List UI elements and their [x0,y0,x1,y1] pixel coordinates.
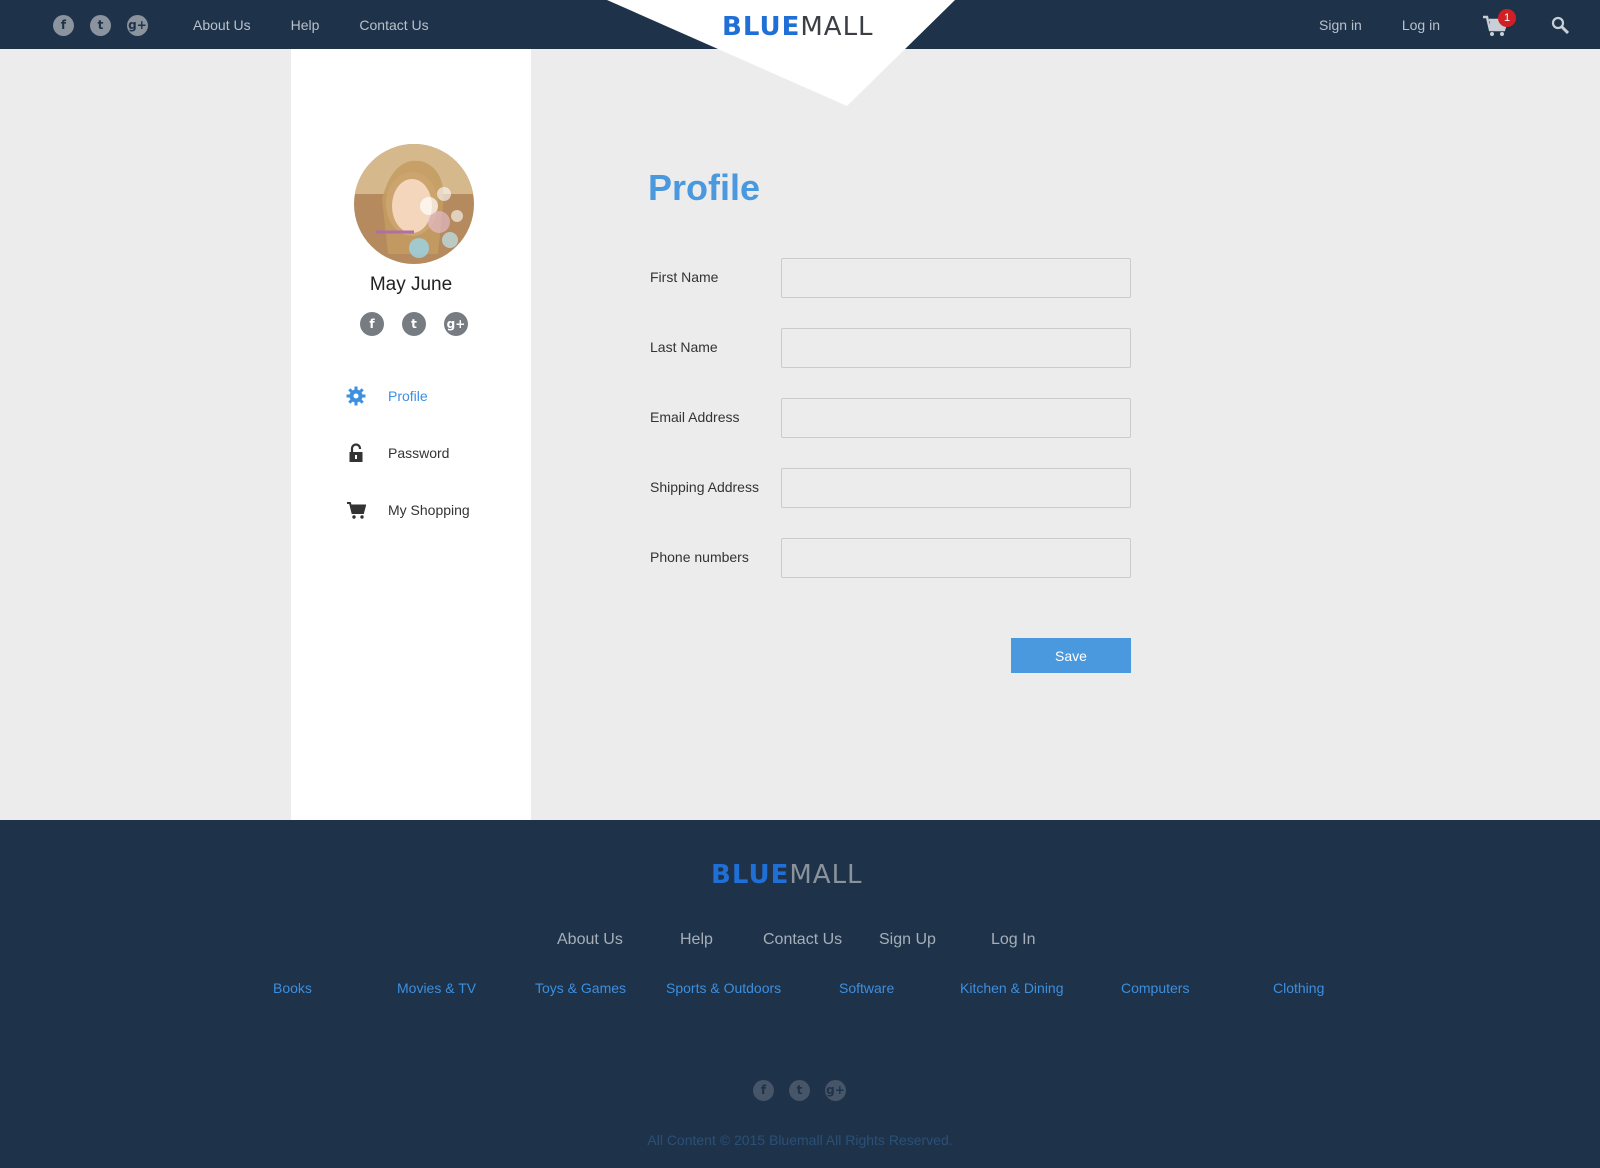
category-clothing[interactable]: Clothing [1273,980,1324,996]
footer-nav-help[interactable]: Help [680,931,713,949]
footer-nav-contact-us[interactable]: Contact Us [763,931,842,949]
page-title: Profile [648,167,761,208]
avatar [354,144,474,264]
log-in-link[interactable]: Log in [1402,17,1440,33]
email-address-field[interactable] [781,398,1131,438]
header-account-nav: Sign in Log in [1319,17,1440,33]
form-row-last-name: Last Name [650,328,1132,368]
profile-sidebar: May June f t g+ Profile Password My Shop… [291,49,531,820]
menu-item-my-shopping[interactable]: My Shopping [346,500,470,520]
logo-dark-text: MALL [800,12,874,42]
last-name-label: Last Name [650,339,718,355]
lock-icon [349,443,363,462]
save-button[interactable]: Save [1011,638,1131,673]
footer-logo[interactable]: BLUEMALL [711,860,863,890]
last-name-field[interactable] [781,328,1131,368]
category-toys-games[interactable]: Toys & Games [535,980,626,996]
shipping-address-label: Shipping Address [650,479,759,495]
nav-help[interactable]: Help [291,17,320,33]
page-footer: BLUEMALL About Us Help Contact Us Sign U… [0,820,1600,1168]
footer-nav-sign-up[interactable]: Sign Up [879,931,936,949]
form-row-phone-numbers: Phone numbers [650,538,1132,578]
cart-count-badge: 1 [1498,9,1516,27]
google-plus-icon[interactable]: g+ [444,312,468,336]
menu-item-password[interactable]: Password [346,443,470,463]
menu-item-profile[interactable]: Profile [346,386,470,406]
nav-contact-us[interactable]: Contact Us [359,17,428,33]
gear-icon [346,386,366,406]
facebook-icon[interactable]: f [753,1080,774,1101]
facebook-icon[interactable]: f [360,312,384,336]
phone-numbers-label: Phone numbers [650,549,749,565]
bluemall-logo[interactable]: BLUEMALL [722,12,874,42]
phone-numbers-field[interactable] [781,538,1131,578]
category-computers[interactable]: Computers [1121,980,1189,996]
footer-logo-dark-text: MALL [789,860,863,890]
shipping-address-field[interactable] [781,468,1131,508]
sign-in-link[interactable]: Sign in [1319,17,1362,33]
copyright-text: All Content © 2015 Bluemall All Rights R… [647,1132,953,1148]
footer-logo-blue-text: BLUE [711,860,790,890]
form-row-first-name: First Name [650,258,1132,298]
twitter-icon[interactable]: t [90,15,111,36]
first-name-field[interactable] [781,258,1131,298]
first-name-label: First Name [650,269,719,285]
user-social-links: f t g+ [360,312,468,336]
facebook-icon[interactable]: f [53,15,74,36]
cart-icon [347,502,366,519]
twitter-icon[interactable]: t [402,312,426,336]
menu-item-label: My Shopping [388,502,470,518]
category-kitchen-dining[interactable]: Kitchen & Dining [960,980,1064,996]
footer-nav-about-us[interactable]: About Us [557,931,623,949]
header-nav: About Us Help Contact Us [193,17,429,33]
google-plus-icon[interactable]: g+ [825,1080,846,1101]
category-sports-outdoors[interactable]: Sports & Outdoors [666,980,781,996]
footer-social-links: f t g+ [753,1080,846,1101]
category-software[interactable]: Software [839,980,894,996]
menu-item-label: Password [388,445,450,461]
google-plus-icon[interactable]: g+ [127,15,148,36]
category-books[interactable]: Books [273,980,312,996]
search-icon[interactable] [1551,16,1569,34]
menu-item-label: Profile [388,388,428,404]
user-name: May June [369,274,453,295]
nav-about-us[interactable]: About Us [193,17,251,33]
email-address-label: Email Address [650,409,740,425]
header-social-links: f t g+ [53,15,148,36]
footer-nav-log-in[interactable]: Log In [991,931,1035,949]
category-movies-tv[interactable]: Movies & TV [397,980,476,996]
logo-blue-text: BLUE [722,12,801,42]
twitter-icon[interactable]: t [789,1080,810,1101]
profile-menu: Profile Password My Shopping [346,386,470,557]
form-row-email: Email Address [650,398,1132,438]
form-row-shipping-address: Shipping Address [650,468,1132,508]
